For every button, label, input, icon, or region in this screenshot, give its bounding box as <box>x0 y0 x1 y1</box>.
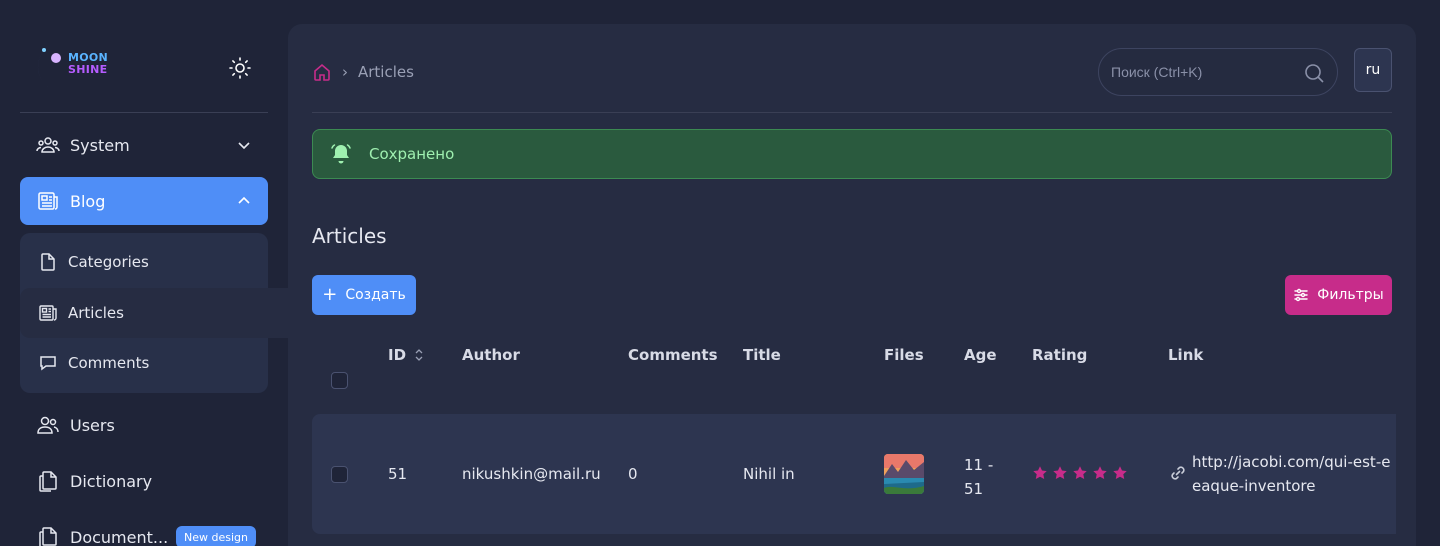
breadcrumb-separator-icon: › <box>342 63 348 81</box>
sidebar-item-label: Document... <box>70 527 169 546</box>
chat-bubble-icon <box>38 353 58 373</box>
column-header-author: Author <box>462 346 520 364</box>
sidebar-item-blog[interactable]: Blog <box>20 177 268 225</box>
users-group-icon <box>36 133 60 157</box>
language-switcher[interactable]: ru <box>1354 48 1392 92</box>
newspaper-icon <box>38 303 58 323</box>
sidebar-item-label: System <box>70 135 130 155</box>
filters-button[interactable]: Фильтры <box>1285 275 1392 315</box>
sliders-icon <box>1294 288 1308 302</box>
sidebar-item-articles[interactable]: Articles <box>20 288 288 338</box>
header-divider <box>312 112 1392 113</box>
star-icon <box>1073 466 1087 479</box>
filters-button-label: Фильтры <box>1317 287 1384 303</box>
chevron-up-icon <box>238 196 250 204</box>
sidebar-item-comments[interactable]: Comments <box>20 343 149 383</box>
bell-ringing-icon <box>331 144 351 164</box>
cell-age: 11 - 51 <box>964 453 993 501</box>
documents-icon <box>36 525 60 546</box>
column-header-age: Age <box>964 346 997 364</box>
create-button[interactable]: + Создать <box>312 275 416 315</box>
age-range-start: 11 - <box>964 456 994 474</box>
row-checkbox[interactable] <box>331 466 348 483</box>
column-header-title: Title <box>743 346 781 364</box>
sidebar-item-label: Dictionary <box>70 471 153 491</box>
search-box[interactable] <box>1098 48 1338 96</box>
link-icon <box>1171 466 1185 480</box>
breadcrumb: › Articles <box>312 62 414 82</box>
star-icon <box>1033 466 1047 479</box>
users-icon <box>36 413 60 437</box>
cell-link[interactable]: http://jacobi.com/qui-est-e eaque-invent… <box>1192 450 1396 498</box>
documents-icon <box>36 469 60 493</box>
toast-message: Сохранено <box>369 145 455 163</box>
breadcrumb-current: Articles <box>358 63 414 81</box>
success-toast: Сохранено <box>312 129 1392 179</box>
star-icon <box>1053 466 1067 479</box>
newspaper-icon <box>36 189 60 213</box>
column-header-files: Files <box>884 346 924 364</box>
chevron-down-icon <box>238 142 250 150</box>
sidebar-item-label: Categories <box>68 253 149 271</box>
rating-stars <box>1032 465 1128 481</box>
star-icon <box>1113 466 1127 479</box>
cell-comments: 0 <box>628 465 638 483</box>
moonshine-logo[interactable]: MOON SHINE <box>34 38 130 98</box>
sidebar-item-label: Blog <box>70 191 106 211</box>
plus-icon: + <box>322 284 338 305</box>
cell-title: Nihil in <box>743 465 795 483</box>
link-text-line[interactable]: http://jacobi.com/qui-est-e <box>1192 450 1396 474</box>
file-thumbnail-image[interactable] <box>884 454 924 494</box>
logo-text: MOON SHINE <box>68 51 109 76</box>
column-header-comments: Comments <box>628 346 718 364</box>
document-icon <box>38 252 58 272</box>
column-header-link: Link <box>1168 346 1204 364</box>
cell-author: nikushkin@mail.ru <box>462 465 601 483</box>
create-button-label: Создать <box>345 287 406 303</box>
age-range-end: 51 <box>964 480 984 498</box>
sidebar-item-users[interactable]: Users <box>20 401 268 449</box>
new-design-badge: New design <box>176 526 256 546</box>
column-header-rating: Rating <box>1032 346 1088 364</box>
sidebar-item-label: Users <box>70 415 115 435</box>
sidebar-divider <box>20 112 268 113</box>
sidebar-item-label: Articles <box>68 304 124 322</box>
select-all-checkbox[interactable] <box>331 372 348 389</box>
cell-id: 51 <box>388 465 408 483</box>
sidebar-item-system[interactable]: System <box>20 121 268 169</box>
sidebar-item-dictionary[interactable]: Dictionary <box>20 457 268 505</box>
sidebar-item-categories[interactable]: Categories <box>20 242 149 282</box>
page-title: Articles <box>312 224 387 248</box>
search-input[interactable] <box>1111 64 1291 80</box>
home-icon[interactable] <box>312 62 332 82</box>
search-icon[interactable] <box>1303 62 1325 84</box>
sort-icon[interactable] <box>414 348 424 362</box>
column-header-label: ID <box>388 346 407 364</box>
theme-toggle-sun-icon[interactable] <box>228 56 252 80</box>
sidebar-item-label: Comments <box>68 354 150 372</box>
link-text-line[interactable]: eaque-inventore <box>1192 474 1396 498</box>
star-icon <box>1093 466 1107 479</box>
column-header-id[interactable]: ID <box>388 346 424 364</box>
sidebar: MOON SHINE System Blog Categories Articl… <box>0 0 288 546</box>
